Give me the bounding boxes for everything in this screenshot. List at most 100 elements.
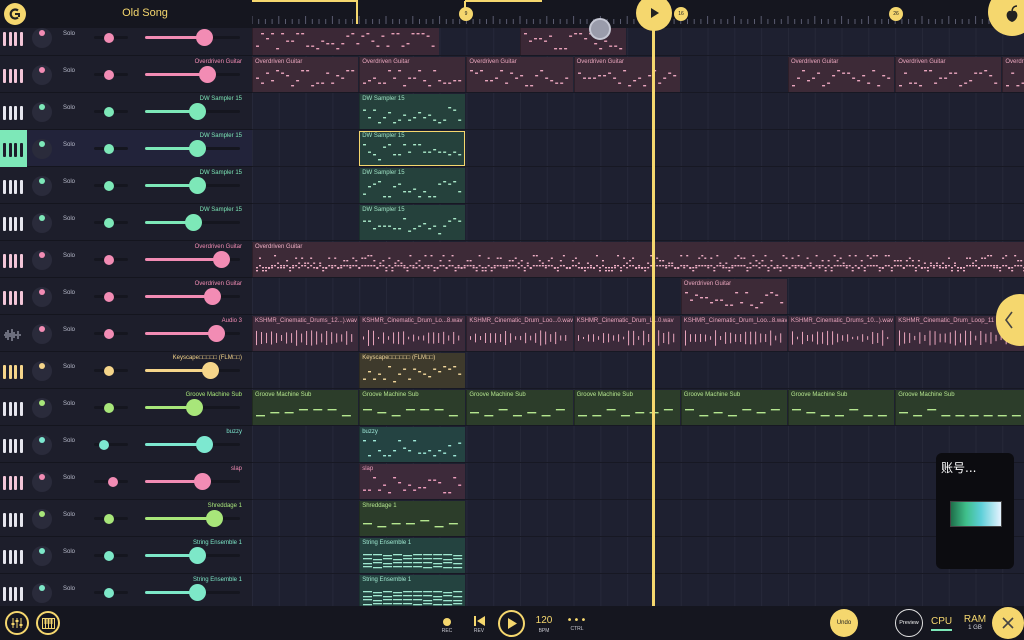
volume-slider-handle[interactable] bbox=[184, 214, 202, 231]
volume-slider-handle[interactable] bbox=[201, 362, 219, 379]
pan-slider-handle[interactable] bbox=[104, 181, 115, 191]
record-button[interactable]: REC bbox=[437, 618, 457, 634]
solo-button[interactable]: Solo bbox=[63, 105, 75, 111]
pattern-clip[interactable]: Keyscape□□□□□□ (FLM□□) bbox=[359, 353, 466, 388]
pan-slider-handle[interactable] bbox=[104, 144, 115, 154]
solo-button[interactable]: Solo bbox=[63, 586, 75, 592]
track-header[interactable]: Solo DW Sampler 15 bbox=[0, 167, 252, 204]
bottom-play-button[interactable] bbox=[498, 610, 525, 637]
track-header[interactable]: Solo String Ensemble 1 bbox=[0, 537, 252, 574]
track-knob[interactable] bbox=[32, 509, 52, 529]
track-knob[interactable] bbox=[32, 213, 52, 233]
volume-slider-handle[interactable] bbox=[213, 251, 230, 268]
piano-keys-icon[interactable] bbox=[3, 67, 23, 83]
popup-thumbnail[interactable] bbox=[950, 501, 1002, 527]
pan-slider-handle[interactable] bbox=[104, 366, 115, 376]
song-title[interactable]: Old Song bbox=[60, 7, 230, 19]
track-header[interactable]: Solo Audio 3 bbox=[0, 315, 252, 352]
track-knob[interactable] bbox=[32, 65, 52, 85]
playhead[interactable] bbox=[652, 0, 655, 606]
pattern-clip[interactable]: DW Sampler 15 bbox=[359, 94, 466, 129]
mixer-button[interactable] bbox=[5, 611, 29, 635]
piano-keys-icon[interactable] bbox=[3, 548, 23, 564]
pattern-clip[interactable]: DW Sampler 15 bbox=[359, 131, 466, 166]
track-lane[interactable] bbox=[252, 278, 1024, 315]
piano-keys-icon[interactable] bbox=[3, 474, 23, 490]
volume-slider-handle[interactable] bbox=[186, 399, 204, 416]
pan-slider-handle[interactable] bbox=[104, 292, 115, 302]
volume-slider-handle[interactable] bbox=[206, 510, 224, 527]
pattern-clip[interactable]: Overdriven Guitar bbox=[252, 242, 1024, 277]
audio-clip[interactable]: KSHMR_Cinematic_Drum_L...0.wav bbox=[573, 316, 680, 351]
track-header[interactable]: Solo DW Sampler 15 bbox=[0, 204, 252, 241]
pan-slider-handle[interactable] bbox=[99, 440, 110, 450]
solo-button[interactable]: Solo bbox=[63, 142, 75, 148]
audio-clip[interactable]: KSHMR_Cinematic_Drum_Loo...0.wav bbox=[466, 316, 573, 351]
control-menu-button[interactable]: ••• CTRL bbox=[565, 616, 589, 633]
track-header[interactable]: Solo Shreddage 1 bbox=[0, 500, 252, 537]
pattern-clip[interactable]: Overdriven Guitar bbox=[466, 57, 573, 92]
track-header[interactable]: Solo DW Sampler 15 bbox=[0, 130, 252, 167]
volume-slider-handle[interactable] bbox=[208, 325, 226, 342]
solo-button[interactable]: Solo bbox=[63, 438, 75, 444]
waveform-icon[interactable] bbox=[3, 326, 23, 342]
pattern-clip[interactable] bbox=[252, 28, 439, 55]
volume-slider-handle[interactable] bbox=[189, 584, 207, 601]
piano-roll-button[interactable] bbox=[36, 611, 60, 635]
pattern-clip[interactable]: Groove Machine Sub bbox=[573, 390, 680, 425]
volume-slider-handle[interactable] bbox=[189, 140, 207, 157]
pattern-clip[interactable]: Groove Machine Sub bbox=[788, 390, 895, 425]
cpu-meter[interactable]: CPU bbox=[931, 616, 953, 631]
track-knob[interactable] bbox=[32, 287, 52, 307]
solo-button[interactable]: Solo bbox=[63, 401, 75, 407]
track-knob[interactable] bbox=[32, 102, 52, 122]
pan-slider-handle[interactable] bbox=[104, 514, 115, 524]
audio-clip[interactable]: KSHMR_Cinematic_Drums_12...).wav bbox=[252, 316, 359, 351]
volume-slider-handle[interactable] bbox=[189, 103, 207, 120]
pattern-clip[interactable]: String Ensemble 1 bbox=[359, 575, 466, 606]
solo-button[interactable]: Solo bbox=[63, 364, 75, 370]
track-knob[interactable] bbox=[32, 139, 52, 159]
piano-keys-icon[interactable] bbox=[3, 511, 23, 527]
pattern-clip[interactable]: Overdriven Guitar bbox=[573, 57, 680, 92]
piano-keys-icon[interactable] bbox=[3, 141, 23, 157]
app-menu-button[interactable] bbox=[4, 3, 26, 25]
solo-button[interactable]: Solo bbox=[63, 512, 75, 518]
close-button[interactable] bbox=[992, 607, 1024, 639]
pattern-clip[interactable]: DW Sampler 15 bbox=[359, 205, 466, 240]
solo-button[interactable]: Solo bbox=[63, 290, 75, 296]
solo-button[interactable]: Solo bbox=[63, 549, 75, 555]
track-header[interactable]: Solo Groove Machine Sub bbox=[0, 389, 252, 426]
track-knob[interactable] bbox=[32, 361, 52, 381]
pan-slider-handle[interactable] bbox=[104, 33, 115, 43]
track-header[interactable]: Solo Keyscape□□□□□ (FLM□□) bbox=[0, 352, 252, 389]
track-header[interactable]: Solo DW Sampler 15 bbox=[0, 93, 252, 130]
audio-clip[interactable]: KSHMR_Cinematic_Drum_Lo...8.wav bbox=[359, 316, 466, 351]
audio-clip[interactable]: KSHMR_Cinematic_Drums_10...).wav bbox=[788, 316, 895, 351]
piano-keys-icon[interactable] bbox=[3, 178, 23, 194]
track-header[interactable]: Solo Overdriven Guitar bbox=[0, 56, 252, 93]
pan-slider-handle[interactable] bbox=[104, 588, 115, 598]
audio-clip[interactable]: KSHMR_Cinematic_Drum_Loo...8.wav bbox=[680, 316, 787, 351]
piano-keys-icon[interactable] bbox=[3, 289, 23, 305]
track-knob[interactable] bbox=[32, 583, 52, 603]
solo-button[interactable]: Solo bbox=[63, 475, 75, 481]
volume-slider-handle[interactable] bbox=[189, 547, 207, 564]
solo-button[interactable]: Solo bbox=[63, 327, 75, 333]
piano-keys-icon[interactable] bbox=[3, 252, 23, 268]
solo-button[interactable]: Solo bbox=[63, 179, 75, 185]
volume-slider-handle[interactable] bbox=[194, 473, 211, 490]
pattern-clip[interactable]: Overdriven Guitar bbox=[895, 57, 1002, 92]
pattern-clip[interactable]: Groove Machine Sub bbox=[895, 390, 1024, 425]
pan-slider-handle[interactable] bbox=[104, 70, 115, 80]
volume-slider-handle[interactable] bbox=[203, 288, 221, 305]
account-popup[interactable]: 账号... bbox=[936, 453, 1014, 569]
volume-slider-handle[interactable] bbox=[198, 66, 216, 83]
piano-keys-icon[interactable] bbox=[3, 400, 23, 416]
bpm-control[interactable]: 120 BPM bbox=[532, 615, 556, 634]
piano-keys-icon[interactable] bbox=[3, 215, 23, 231]
track-knob[interactable] bbox=[32, 28, 52, 48]
track-header[interactable]: Solo bbox=[0, 28, 252, 56]
loop-position-handle[interactable] bbox=[589, 18, 611, 40]
pattern-clip[interactable]: Groove Machine Sub bbox=[680, 390, 787, 425]
